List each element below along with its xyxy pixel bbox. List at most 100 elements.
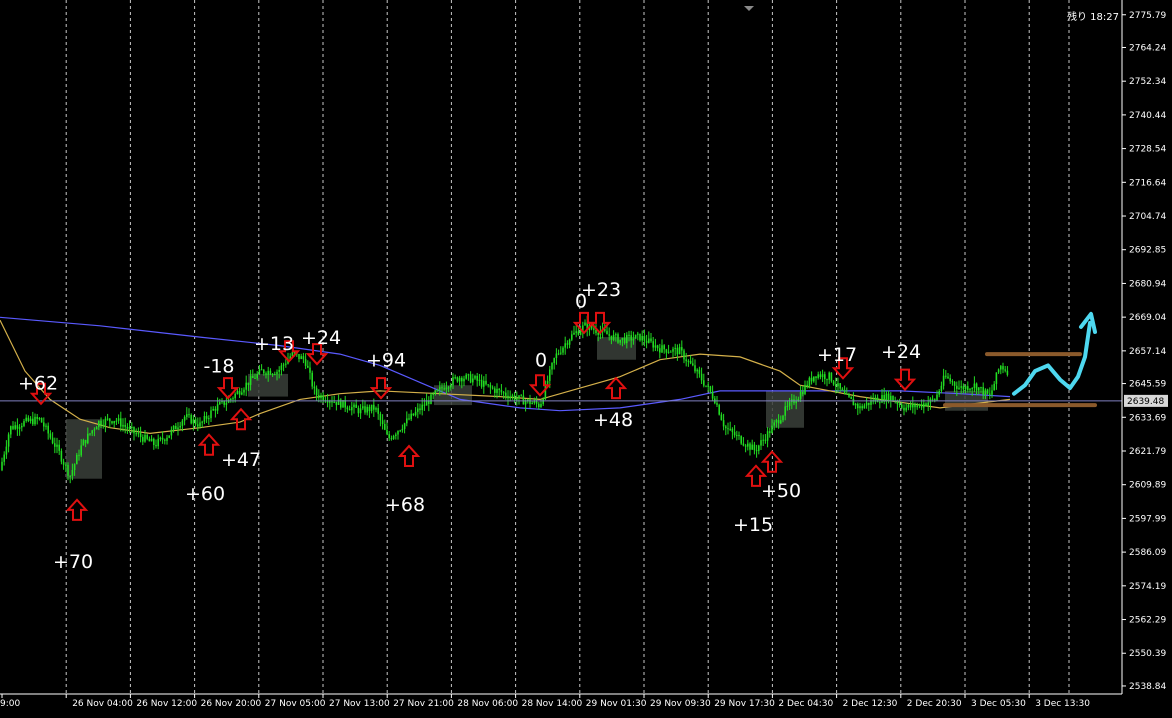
candle-body — [320, 395, 322, 398]
candle-body — [692, 363, 694, 366]
candle-body — [489, 384, 492, 388]
candle-body — [619, 339, 621, 343]
candle-body — [839, 383, 841, 389]
price-chart[interactable]: 2639.48 +62+70+60-18+47+13 +24+94+6800+23… — [0, 0, 1172, 714]
price-tick-label: 2692.85 — [1129, 246, 1166, 256]
candle-body — [498, 388, 500, 390]
time-tick-label: 28 Nov 14:00 — [522, 699, 583, 709]
candle-body — [447, 387, 450, 389]
trade-result-label: +47 — [221, 449, 261, 471]
candle-body — [639, 333, 641, 341]
candle-body — [166, 437, 168, 441]
time-tick-label: 2 Dec 20:30 — [907, 699, 962, 709]
candle-body — [27, 417, 30, 422]
candle-body — [531, 402, 533, 405]
candle-body — [529, 399, 531, 405]
candle-body — [45, 425, 47, 427]
candle-body — [538, 403, 540, 407]
candle-body — [643, 336, 646, 341]
candle-body — [353, 404, 355, 408]
candle-body — [452, 377, 454, 386]
candle-body — [953, 382, 956, 386]
candle-body — [47, 425, 49, 434]
price-tick-label: 2621.79 — [1129, 447, 1166, 457]
candle-body — [879, 402, 881, 404]
candle-body — [698, 369, 701, 374]
candle-body — [260, 369, 263, 371]
candle-body — [696, 369, 698, 372]
candle-body — [665, 349, 668, 353]
candle-body — [278, 369, 280, 372]
time-tick-label: 29 Nov 17:30 — [714, 699, 775, 709]
candle-body — [907, 404, 910, 408]
trade-result-label: -18 — [203, 355, 234, 377]
candle-body — [626, 334, 628, 344]
candle-body — [236, 391, 239, 394]
candle-body — [918, 404, 921, 406]
candle-body — [29, 418, 32, 422]
candle-body — [989, 393, 991, 395]
candle-body — [788, 401, 791, 406]
candle-body — [718, 404, 720, 415]
candle-body — [725, 426, 727, 429]
price-tick-label: 2574.19 — [1129, 582, 1166, 592]
candle-body — [731, 428, 734, 433]
chart-area[interactable]: 2639.48 +62 +70 +60 -18 +47 +13 +24 +94 +68 0 0 +23… — [0, 0, 1172, 714]
candle-body — [659, 348, 661, 353]
candle-body — [656, 345, 659, 349]
candle-body — [467, 374, 470, 376]
candle-body — [153, 438, 155, 445]
candle-body — [733, 432, 736, 436]
candle-body — [346, 407, 349, 410]
time-tick-label: 27 Nov 13:00 — [329, 699, 390, 709]
candle-body — [25, 417, 27, 421]
candle-body — [905, 407, 907, 411]
candle-body — [502, 392, 505, 394]
candle-body — [960, 386, 962, 388]
candle-body — [203, 415, 206, 422]
candle-body — [738, 434, 740, 437]
candle-body — [87, 433, 89, 444]
candle-body — [249, 376, 252, 385]
candle-body — [208, 418, 210, 420]
candle-body — [403, 423, 406, 429]
candle-body — [575, 331, 577, 333]
price-tick-label: 2680.94 — [1129, 279, 1166, 289]
candle-body — [150, 438, 153, 442]
candle-body — [830, 372, 833, 382]
candle-body — [623, 337, 626, 344]
candle-body — [975, 383, 978, 391]
candle-body — [947, 376, 949, 379]
candle-body — [89, 433, 91, 435]
candle-body — [304, 359, 307, 366]
candle-body — [197, 424, 199, 427]
candle-body — [496, 388, 498, 393]
candle-body — [865, 402, 868, 406]
candle-body — [491, 387, 494, 389]
candle-body — [815, 376, 817, 379]
candle-body — [100, 420, 102, 425]
candle-body — [773, 422, 775, 426]
candle-body — [802, 392, 804, 395]
candle-body — [54, 443, 56, 447]
candle-body — [522, 395, 525, 405]
trade-result-label: +60 — [185, 483, 225, 505]
candle-body — [641, 336, 643, 341]
candle-body — [799, 392, 802, 399]
candle-body — [76, 454, 78, 465]
candle-body — [188, 414, 190, 416]
candle-body — [333, 401, 335, 403]
candle-body — [458, 377, 461, 382]
candle-body — [727, 428, 729, 430]
candle-body — [80, 445, 82, 456]
candle-body — [775, 420, 778, 423]
price-tick-label: 2740.44 — [1129, 111, 1166, 121]
candle-body — [700, 373, 703, 381]
trade-result-label: +62 — [18, 372, 58, 394]
candle-body — [62, 461, 65, 465]
candle-body — [573, 332, 575, 335]
candle-body — [784, 406, 786, 416]
candle-body — [764, 439, 767, 441]
candle-body — [128, 427, 131, 429]
candle-body — [271, 374, 274, 376]
